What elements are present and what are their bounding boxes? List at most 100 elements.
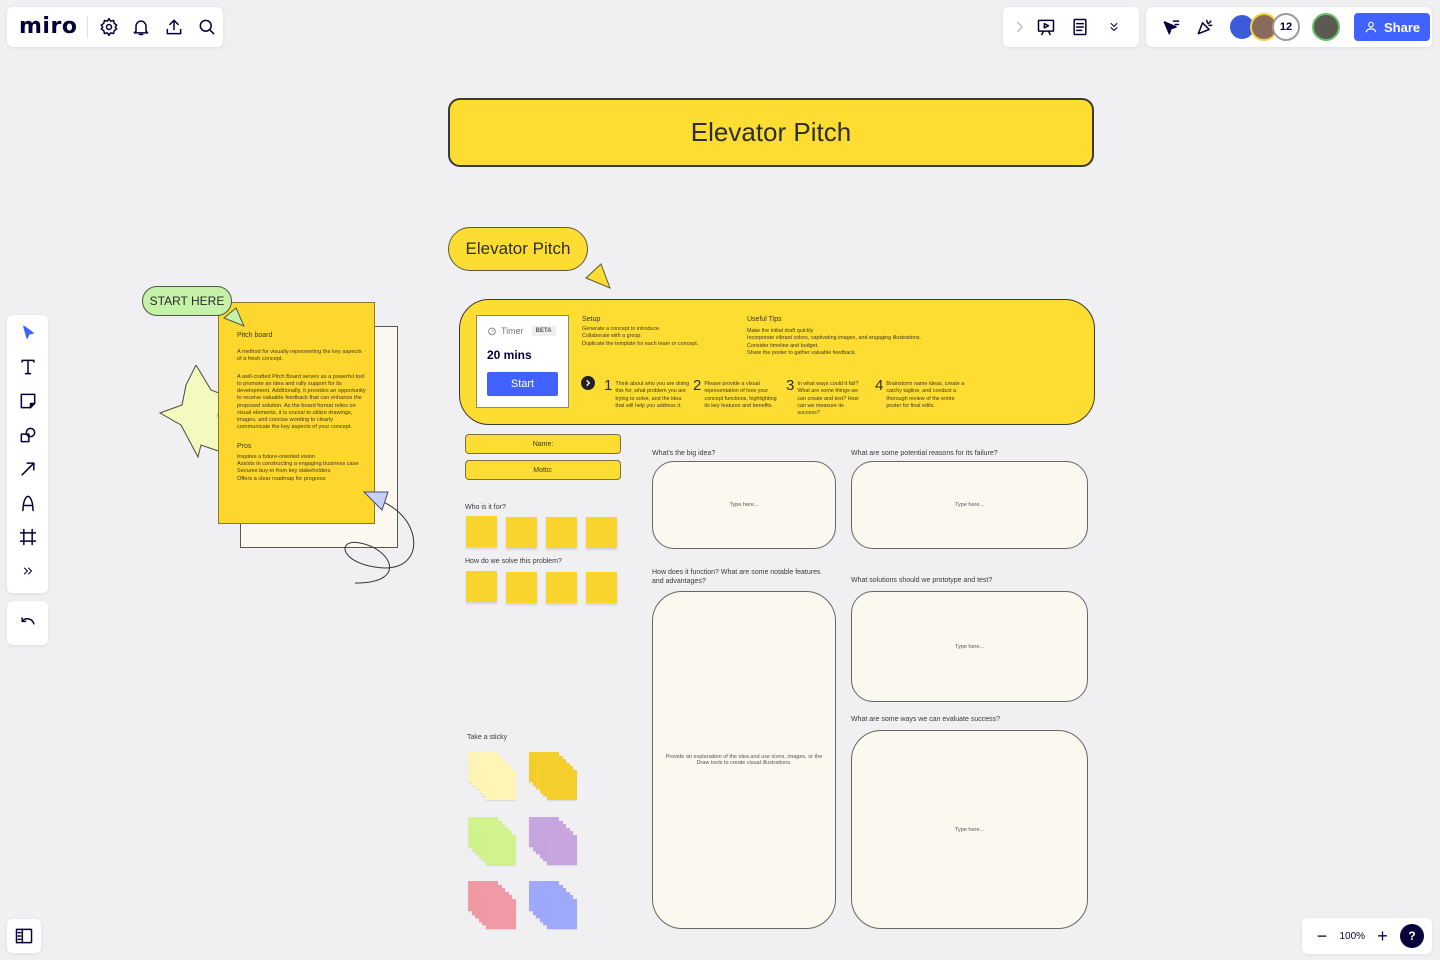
- creation-toolbar: [7, 315, 48, 593]
- who-label: Who is it for?: [465, 504, 506, 511]
- frame-tool[interactable]: [11, 520, 45, 554]
- stopwatch-icon: [488, 327, 496, 336]
- collaboration-toolbar: [1003, 7, 1139, 47]
- big-idea-label: What's the big idea?: [652, 450, 716, 457]
- celebrate-icon: [1197, 19, 1213, 35]
- settings-icon: [100, 17, 118, 37]
- step-4: 4 Brainstorm name ideas, create a catchy…: [875, 377, 966, 410]
- timer-widget: Timer BETA 20 mins Start: [476, 315, 569, 408]
- starburst-shape-icon: [158, 365, 225, 459]
- start-here-pill[interactable]: START HERE: [142, 286, 232, 316]
- celebrate-button[interactable]: [1188, 10, 1222, 44]
- sticky-note[interactable]: [466, 516, 497, 547]
- tip-line: Incorporate vibrant colors, captivating …: [747, 335, 922, 342]
- settings-button[interactable]: [92, 10, 125, 44]
- search-icon: [199, 19, 215, 35]
- frame-icon: [19, 528, 36, 546]
- pros-item: Inspires a future-oriented vision: [237, 453, 316, 460]
- help-button[interactable]: ?: [1399, 924, 1424, 948]
- text-tool[interactable]: [11, 350, 45, 384]
- tips-list: Make the initial draft quickly Incorpora…: [747, 328, 921, 357]
- setup-line: Duplicate the template for each team or …: [582, 340, 699, 347]
- setup-heading: Setup: [582, 316, 601, 323]
- shapes-tool[interactable]: [11, 418, 45, 452]
- more-button[interactable]: [1097, 10, 1131, 44]
- sticky-note-tool[interactable]: [11, 384, 45, 418]
- cursor-icon: [22, 325, 34, 339]
- current-user-avatar[interactable]: [1312, 13, 1340, 41]
- board-title-banner[interactable]: Elevator Pitch: [448, 98, 1094, 167]
- chevron-right-icon: [1017, 21, 1023, 33]
- select-tool[interactable]: [11, 316, 45, 350]
- step-2: 2 Please provide a visual representation…: [693, 378, 778, 410]
- expand-toolbar-button[interactable]: [1011, 10, 1029, 44]
- timer-duration[interactable]: 20 mins: [487, 348, 558, 362]
- step-number: 4: [875, 377, 884, 394]
- reactions-button[interactable]: [1154, 10, 1188, 44]
- evaluate-box[interactable]: Type here...: [851, 730, 1088, 929]
- function-label: How does it function? What are some nota…: [652, 569, 821, 586]
- text-icon: [20, 359, 35, 375]
- big-idea-box[interactable]: Type here...: [652, 461, 836, 549]
- sticky-note[interactable]: [546, 517, 577, 548]
- tips-heading: Useful Tips: [747, 316, 782, 323]
- upload-button[interactable]: [158, 10, 191, 44]
- prototype-label: What solutions should we prototype and t…: [851, 577, 993, 584]
- green-pointer-icon: [223, 307, 245, 327]
- sticky-stack[interactable]: [529, 752, 579, 802]
- share-toolbar: 12 Share: [1146, 7, 1432, 47]
- bell-icon: [133, 20, 149, 36]
- miro-logo[interactable]: miro: [19, 16, 89, 38]
- toggle-frames-panel-button[interactable]: [7, 919, 41, 953]
- sticky-stack[interactable]: [468, 881, 518, 931]
- collaborator-count[interactable]: 12: [1272, 13, 1300, 41]
- notifications-button[interactable]: [125, 10, 158, 44]
- search-button[interactable]: [190, 10, 223, 44]
- failure-label: What are some potential reasons for its …: [851, 450, 998, 457]
- step-text: Brainstorm name ideas, create a catchy t…: [886, 381, 965, 409]
- notes-button[interactable]: [1063, 10, 1097, 44]
- function-box[interactable]: Provide an explanation of the idea and u…: [652, 591, 836, 929]
- step-1: 1 Think about who you are doing this for…: [604, 377, 689, 410]
- undo-panel: [7, 601, 48, 645]
- more-tools-button[interactable]: [11, 554, 45, 588]
- step-number: 1: [604, 377, 613, 394]
- motto-field[interactable]: Motto:: [465, 460, 621, 480]
- failure-box[interactable]: Type here...: [851, 461, 1088, 549]
- stacked-sticky: [485, 898, 516, 929]
- beta-badge: BETA: [531, 326, 556, 336]
- sticky-note[interactable]: [586, 572, 617, 603]
- main-menu-bar: miro: [7, 7, 223, 47]
- sticky-note[interactable]: [506, 572, 537, 603]
- elevator-pitch-pill[interactable]: Elevator Pitch: [448, 227, 588, 271]
- connector-tool[interactable]: [11, 452, 45, 486]
- sticky-note[interactable]: [586, 517, 617, 548]
- undo-icon: [20, 617, 35, 625]
- timer-start-button[interactable]: Start: [487, 372, 558, 396]
- stacked-sticky: [546, 769, 577, 800]
- sidebar-icon: [15, 928, 33, 944]
- zoom-out-button[interactable]: −: [1312, 926, 1332, 947]
- sticky-stack[interactable]: [529, 881, 579, 931]
- sticky-stack[interactable]: [468, 817, 518, 867]
- sticky-stack[interactable]: [529, 817, 579, 867]
- sticky-note[interactable]: [506, 517, 537, 548]
- name-field[interactable]: Name:: [465, 434, 621, 454]
- sticky-note[interactable]: [466, 571, 497, 602]
- undo-button[interactable]: [11, 606, 45, 640]
- zoom-in-button[interactable]: +: [1373, 926, 1393, 947]
- prototype-box[interactable]: Type here...: [851, 591, 1088, 702]
- zoom-level[interactable]: 100%: [1339, 931, 1365, 942]
- setup-list: Generate a concept to introduce. Collabo…: [582, 326, 698, 348]
- stacked-sticky: [485, 834, 516, 865]
- chevrons-right-icon: [23, 567, 32, 575]
- evaluate-label: What are some ways we can evaluate succe…: [851, 716, 1001, 723]
- presentation-button[interactable]: [1029, 10, 1063, 44]
- pen-icon: [21, 495, 34, 512]
- collaborators[interactable]: 12: [1228, 13, 1340, 41]
- pen-tool[interactable]: [11, 486, 45, 520]
- sticky-note[interactable]: [546, 572, 577, 603]
- sticky-stack[interactable]: [468, 752, 518, 802]
- pros-item: Assists in constructing a engaging busin…: [237, 461, 359, 468]
- share-button[interactable]: Share: [1354, 13, 1431, 41]
